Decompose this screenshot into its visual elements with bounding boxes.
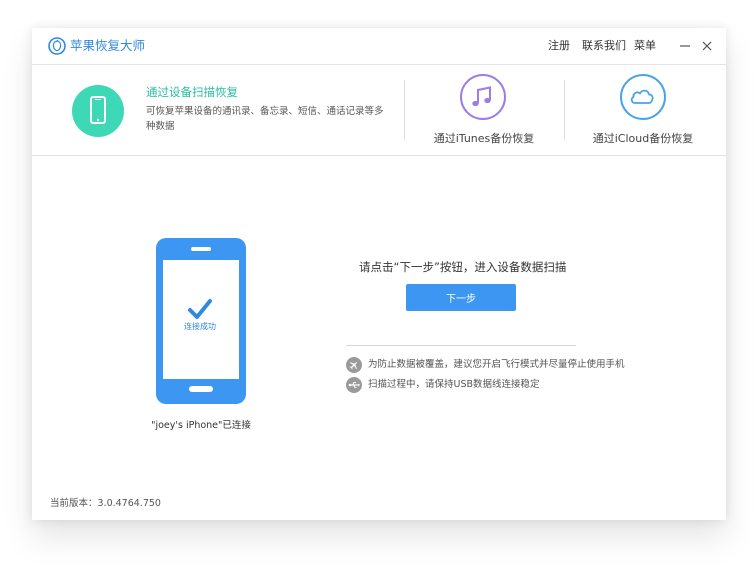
connection-status: 连接成功 [184,322,216,331]
app-title: 苹果恢复大师 [70,38,146,53]
menu-link[interactable]: 菜单 [634,39,656,53]
version-label: 当前版本：3.0.4764.750 [50,498,161,509]
mode-separator [564,80,565,140]
mode-bar-divider [32,155,726,156]
phone-icon [90,96,106,124]
device-caption: "joey's iPhone"已连接 [151,420,251,431]
airplane-icon [346,357,362,373]
mode-device-scan-badge [72,85,124,137]
mode-icloud-label: 通过iCloud备份恢复 [592,132,694,145]
itunes-icon [460,74,506,120]
minimize-icon[interactable] [678,39,692,53]
app-logo-icon [48,37,66,55]
app-window: 苹果恢复大师 注册 联系我们 菜单 通过设备扫描恢复 可恢复苹果设备的通讯录、备… [32,28,726,520]
music-note-icon [472,86,491,107]
close-icon[interactable] [700,39,714,53]
mode-separator [404,80,405,140]
tip-usb-text: 扫描过程中，请保持USB数据线连接稳定 [368,379,540,390]
next-button[interactable]: 下一步 [406,284,516,311]
mode-device-scan-desc: 可恢复苹果设备的通讯录、备忘录、短信、通话记录等多种数据 [146,106,384,132]
scan-prompt: 请点击“下一步”按钮，进入设备数据扫描 [359,260,567,274]
mode-device-scan-title: 通过设备扫描恢复 [146,85,238,99]
register-link[interactable]: 注册 [548,39,570,53]
usb-icon [346,377,362,393]
contact-link[interactable]: 联系我们 [582,39,626,53]
title-bar: 苹果恢复大师 注册 联系我们 菜单 [32,28,726,64]
icloud-icon [620,74,666,120]
mode-itunes-label: 通过iTunes备份恢复 [433,132,535,145]
cloud-icon [630,89,654,104]
section-divider [346,345,576,346]
tip-airplane-text: 为防止数据被覆盖，建议您开启飞行模式并尽量停止使用手机 [368,359,625,370]
